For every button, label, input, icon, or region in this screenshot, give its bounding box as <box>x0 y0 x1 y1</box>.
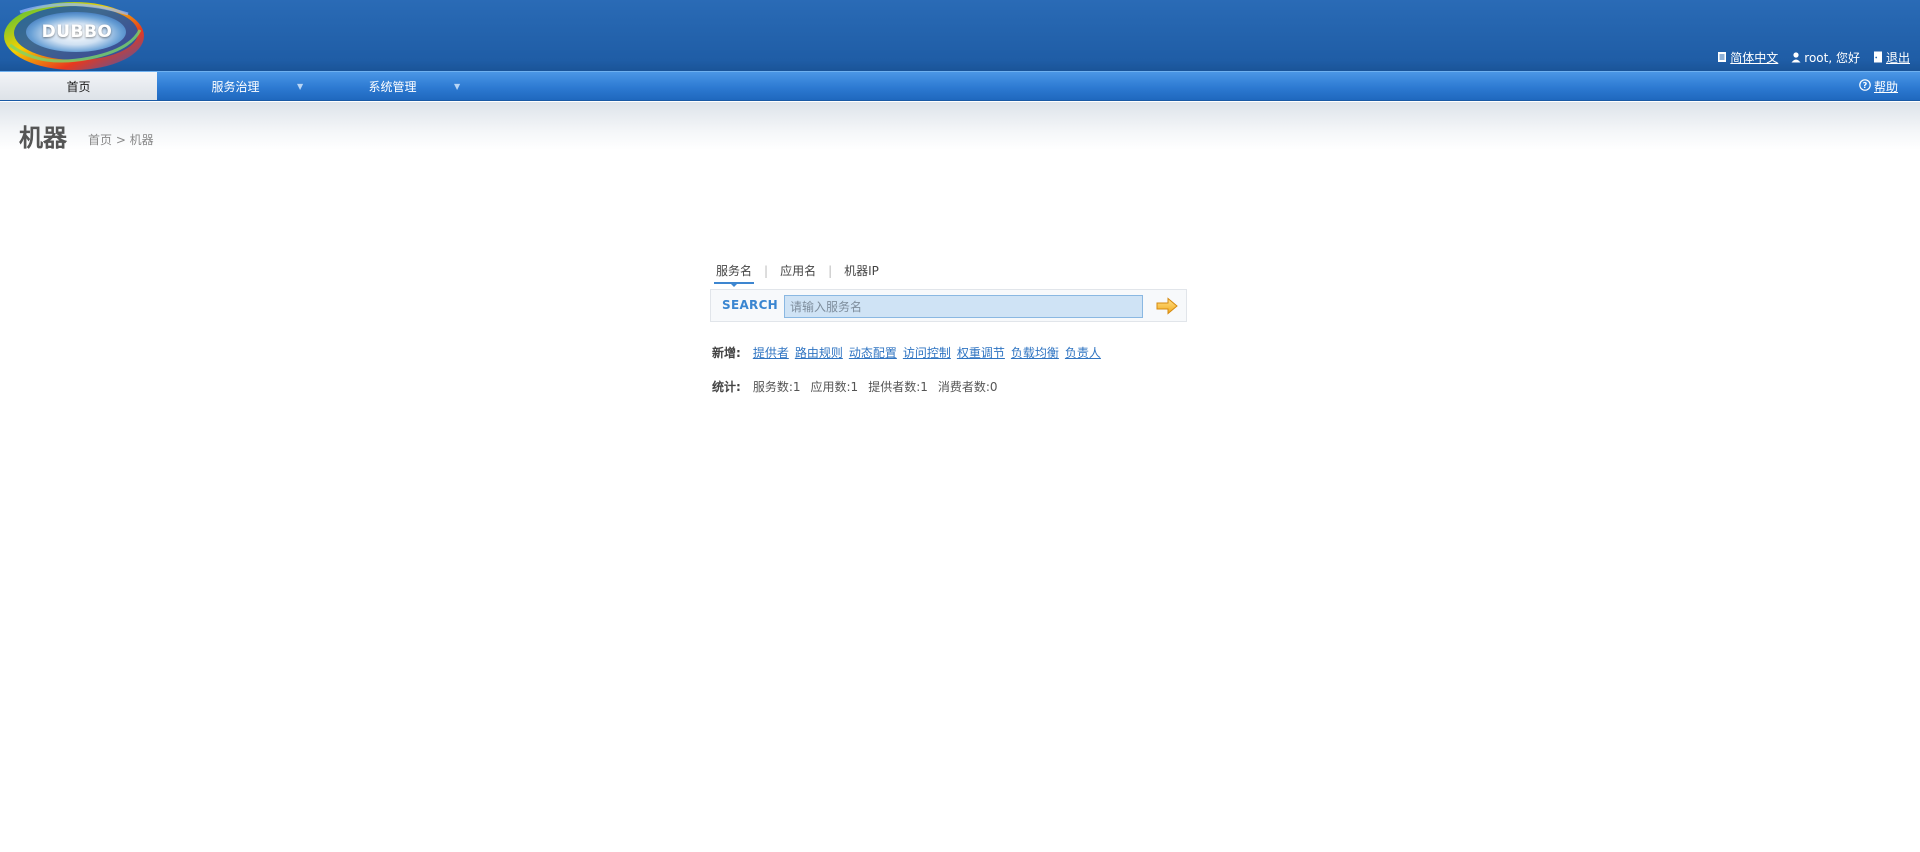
logout-door-icon <box>1872 51 1884 63</box>
logo-text: DUBBO <box>41 22 113 42</box>
language-link[interactable]: 简体中文 <box>1730 49 1778 66</box>
search-arrow-icon[interactable] <box>1155 297 1179 315</box>
tab-application-name[interactable]: 应用名 <box>778 262 818 279</box>
top-header: DUBBO 简体中文 root, 您好 退出 <box>0 0 1920 71</box>
svg-text:?: ? <box>1863 81 1868 90</box>
add-access-control-link[interactable]: 访问控制 <box>903 344 951 361</box>
breadcrumb: 首页 > 机器 <box>88 133 154 147</box>
logout[interactable]: 退出 <box>1872 49 1910 66</box>
stats-row: 统计: 服务数:1 应用数:1 提供者数:1 消费者数:0 <box>712 378 1008 395</box>
main-nav: 首页 服务治理 ▼ 系统管理 ▼ ? 帮助 <box>0 71 1920 101</box>
add-label: 新增: <box>712 346 741 360</box>
user-icon <box>1790 51 1802 63</box>
search-tabs: 服务名 | 应用名 | 机器IP <box>714 262 881 287</box>
help[interactable]: ? 帮助 <box>1859 78 1898 95</box>
logout-link[interactable]: 退出 <box>1886 49 1910 66</box>
page-title: 机器 <box>19 124 67 152</box>
nav-item-label: 系统管理 <box>368 79 417 94</box>
stat-provider-count: 提供者数:1 <box>868 380 928 394</box>
search-box: SEARCH <box>710 289 1187 322</box>
help-icon: ? <box>1859 79 1871 94</box>
user-bar: 简体中文 root, 您好 退出 <box>1704 49 1910 65</box>
stat-application-count: 应用数:1 <box>810 380 859 394</box>
language-switch[interactable]: 简体中文 <box>1716 49 1778 66</box>
add-provider-link[interactable]: 提供者 <box>753 344 789 361</box>
nav-item-home[interactable]: 首页 <box>0 72 157 100</box>
tab-machine-ip[interactable]: 机器IP <box>842 262 881 279</box>
tab-separator: | <box>828 263 833 278</box>
stats-label: 统计: <box>712 380 741 394</box>
user-greeting: root, 您好 <box>1804 50 1860 65</box>
page-header: 机器 首页 > 机器 <box>0 102 1920 152</box>
search-label: SEARCH <box>722 298 779 312</box>
stat-service-count: 服务数:1 <box>752 380 801 394</box>
add-load-balance-link[interactable]: 负载均衡 <box>1011 344 1059 361</box>
dubbo-logo[interactable]: DUBBO <box>0 0 148 70</box>
document-icon <box>1716 51 1728 63</box>
add-links-row: 新增: 提供者 路由规则 动态配置 访问控制 权重调节 负载均衡 负责人 <box>712 344 1107 361</box>
add-owner-link[interactable]: 负责人 <box>1065 344 1101 361</box>
user-info: root, 您好 <box>1790 49 1860 66</box>
nav-item-label: 服务治理 <box>211 79 260 94</box>
nav-item-service-governance[interactable]: 服务治理 ▼ <box>157 72 314 100</box>
search-input[interactable] <box>784 295 1143 318</box>
dropdown-caret-icon: ▼ <box>297 81 304 91</box>
add-route-rule-link[interactable]: 路由规则 <box>795 344 843 361</box>
add-dynamic-config-link[interactable]: 动态配置 <box>849 344 897 361</box>
help-link[interactable]: 帮助 <box>1874 78 1898 95</box>
nav-item-system-management[interactable]: 系统管理 ▼ <box>314 72 471 100</box>
stat-consumer-count: 消费者数:0 <box>937 380 998 394</box>
nav-item-label: 首页 <box>66 79 91 94</box>
tab-separator: | <box>764 263 769 278</box>
add-weight-adjust-link[interactable]: 权重调节 <box>957 344 1005 361</box>
tab-service-name[interactable]: 服务名 <box>714 262 755 287</box>
dropdown-caret-icon: ▼ <box>454 81 461 91</box>
